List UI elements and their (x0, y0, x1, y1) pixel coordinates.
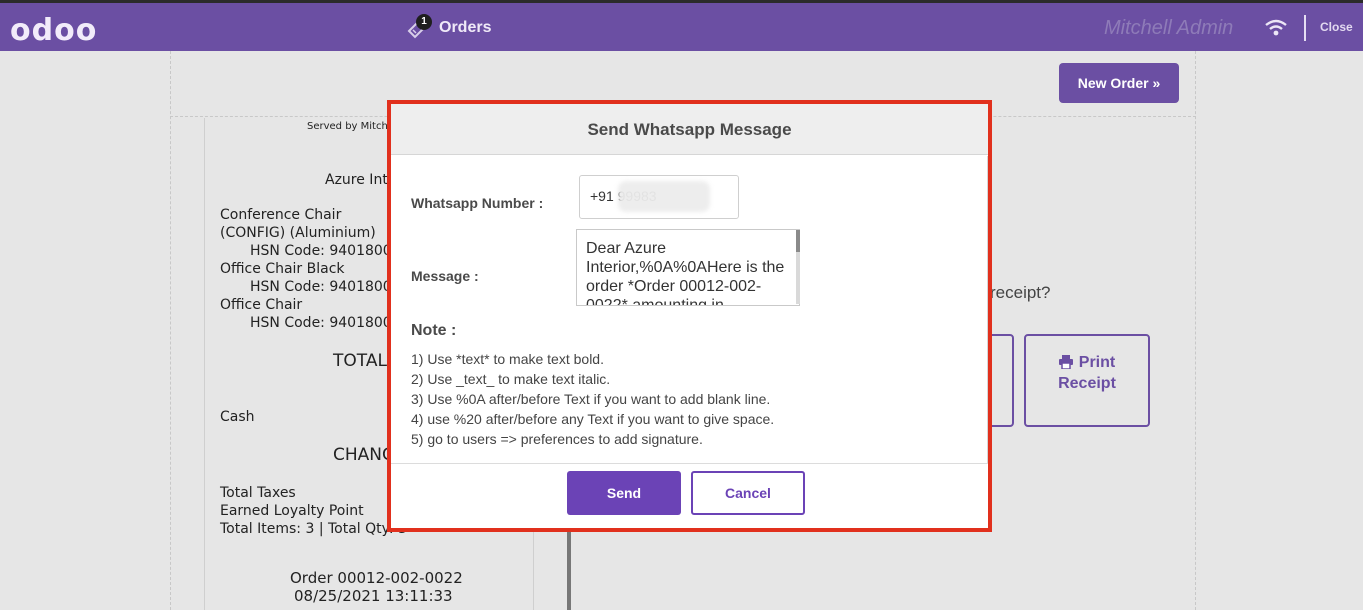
note-line: 2) Use _text_ to make text italic. (411, 371, 611, 387)
dialog-title: Send Whatsapp Message (587, 120, 792, 139)
receipt-company: Azure Inte (325, 172, 397, 188)
receipt-line: (CONFIG) (Aluminium) (220, 225, 376, 241)
dialog-header: Send Whatsapp Message (391, 104, 988, 155)
note-line: 4) use %20 after/before any Text if you … (411, 411, 775, 427)
receipt-line: HSN Code: 94018000 (250, 243, 401, 259)
print-receipt-label: Receipt (1058, 375, 1116, 392)
print-icon (1058, 355, 1073, 374)
note-line: 3) Use %0A after/before Text if you want… (411, 391, 771, 407)
orders-tab-label: Orders (439, 19, 492, 36)
message-scrollbar-thumb[interactable] (796, 230, 800, 252)
new-order-button[interactable]: New Order » (1059, 63, 1179, 103)
receipt-change-label: CHANG (333, 445, 396, 465)
receipt-items-summary: Total Items: 3 | Total Qty: 3 (220, 521, 407, 537)
receipt-line: HSN Code: 94018000 (250, 279, 401, 295)
receipt-line: Conference Chair (220, 207, 342, 223)
send-whatsapp-dialog: Send Whatsapp Message Whatsapp Number : … (387, 100, 992, 532)
receipt-total-label: TOTAL (333, 351, 387, 371)
receipt-question-text: receipt? (990, 283, 1051, 302)
odoo-logo: odoo (10, 13, 98, 48)
message-textarea[interactable]: Dear Azure Interior,%0A%0AHere is the or… (576, 229, 800, 306)
dialog-scroll-edge (987, 156, 988, 463)
print-receipt-label: Print (1078, 354, 1116, 371)
message-label: Message : (411, 268, 479, 284)
print-receipt-button[interactable]: Print Receipt (1024, 334, 1150, 427)
receipt-cash-label: Cash (220, 409, 255, 425)
whatsapp-number-label: Whatsapp Number : (411, 195, 544, 211)
dialog-footer (391, 463, 988, 464)
redacted-number-mask (618, 181, 710, 212)
orders-count-badge: 1 (416, 14, 432, 30)
receipt-loyalty: Earned Loyalty Point (220, 503, 364, 519)
topbar-separator (1304, 15, 1306, 41)
orders-tab[interactable]: 1 Orders (407, 13, 491, 43)
note-line: 1) Use *text* to make text bold. (411, 351, 604, 367)
receipt-served-by: Served by Mitch (307, 121, 388, 132)
wifi-icon (1264, 19, 1288, 42)
receipt-line: HSN Code: 94018000 (250, 315, 401, 331)
note-line: 5) go to users => preferences to add sig… (411, 431, 703, 447)
note-title: Note : (411, 322, 457, 339)
user-name: Mitchell Admin (1104, 17, 1234, 39)
receipt-order-ref: Order 00012-002-0022 (290, 569, 463, 587)
receipt-order-datetime: 08/25/2021 13:11:33 (294, 587, 453, 605)
cancel-button[interactable]: Cancel (691, 471, 805, 515)
ticket-icon: 1 (407, 14, 432, 39)
receipt-total-taxes: Total Taxes (220, 485, 296, 501)
close-button[interactable]: Close (1320, 20, 1353, 34)
receipt-scrollbar[interactable] (567, 530, 571, 610)
receipt-line: Office Chair (220, 297, 303, 313)
send-button[interactable]: Send (567, 471, 681, 515)
top-navbar: odoo 1 Orders Mitchell Admin Close (0, 0, 1363, 51)
receipt-line: Office Chair Black (220, 261, 345, 277)
